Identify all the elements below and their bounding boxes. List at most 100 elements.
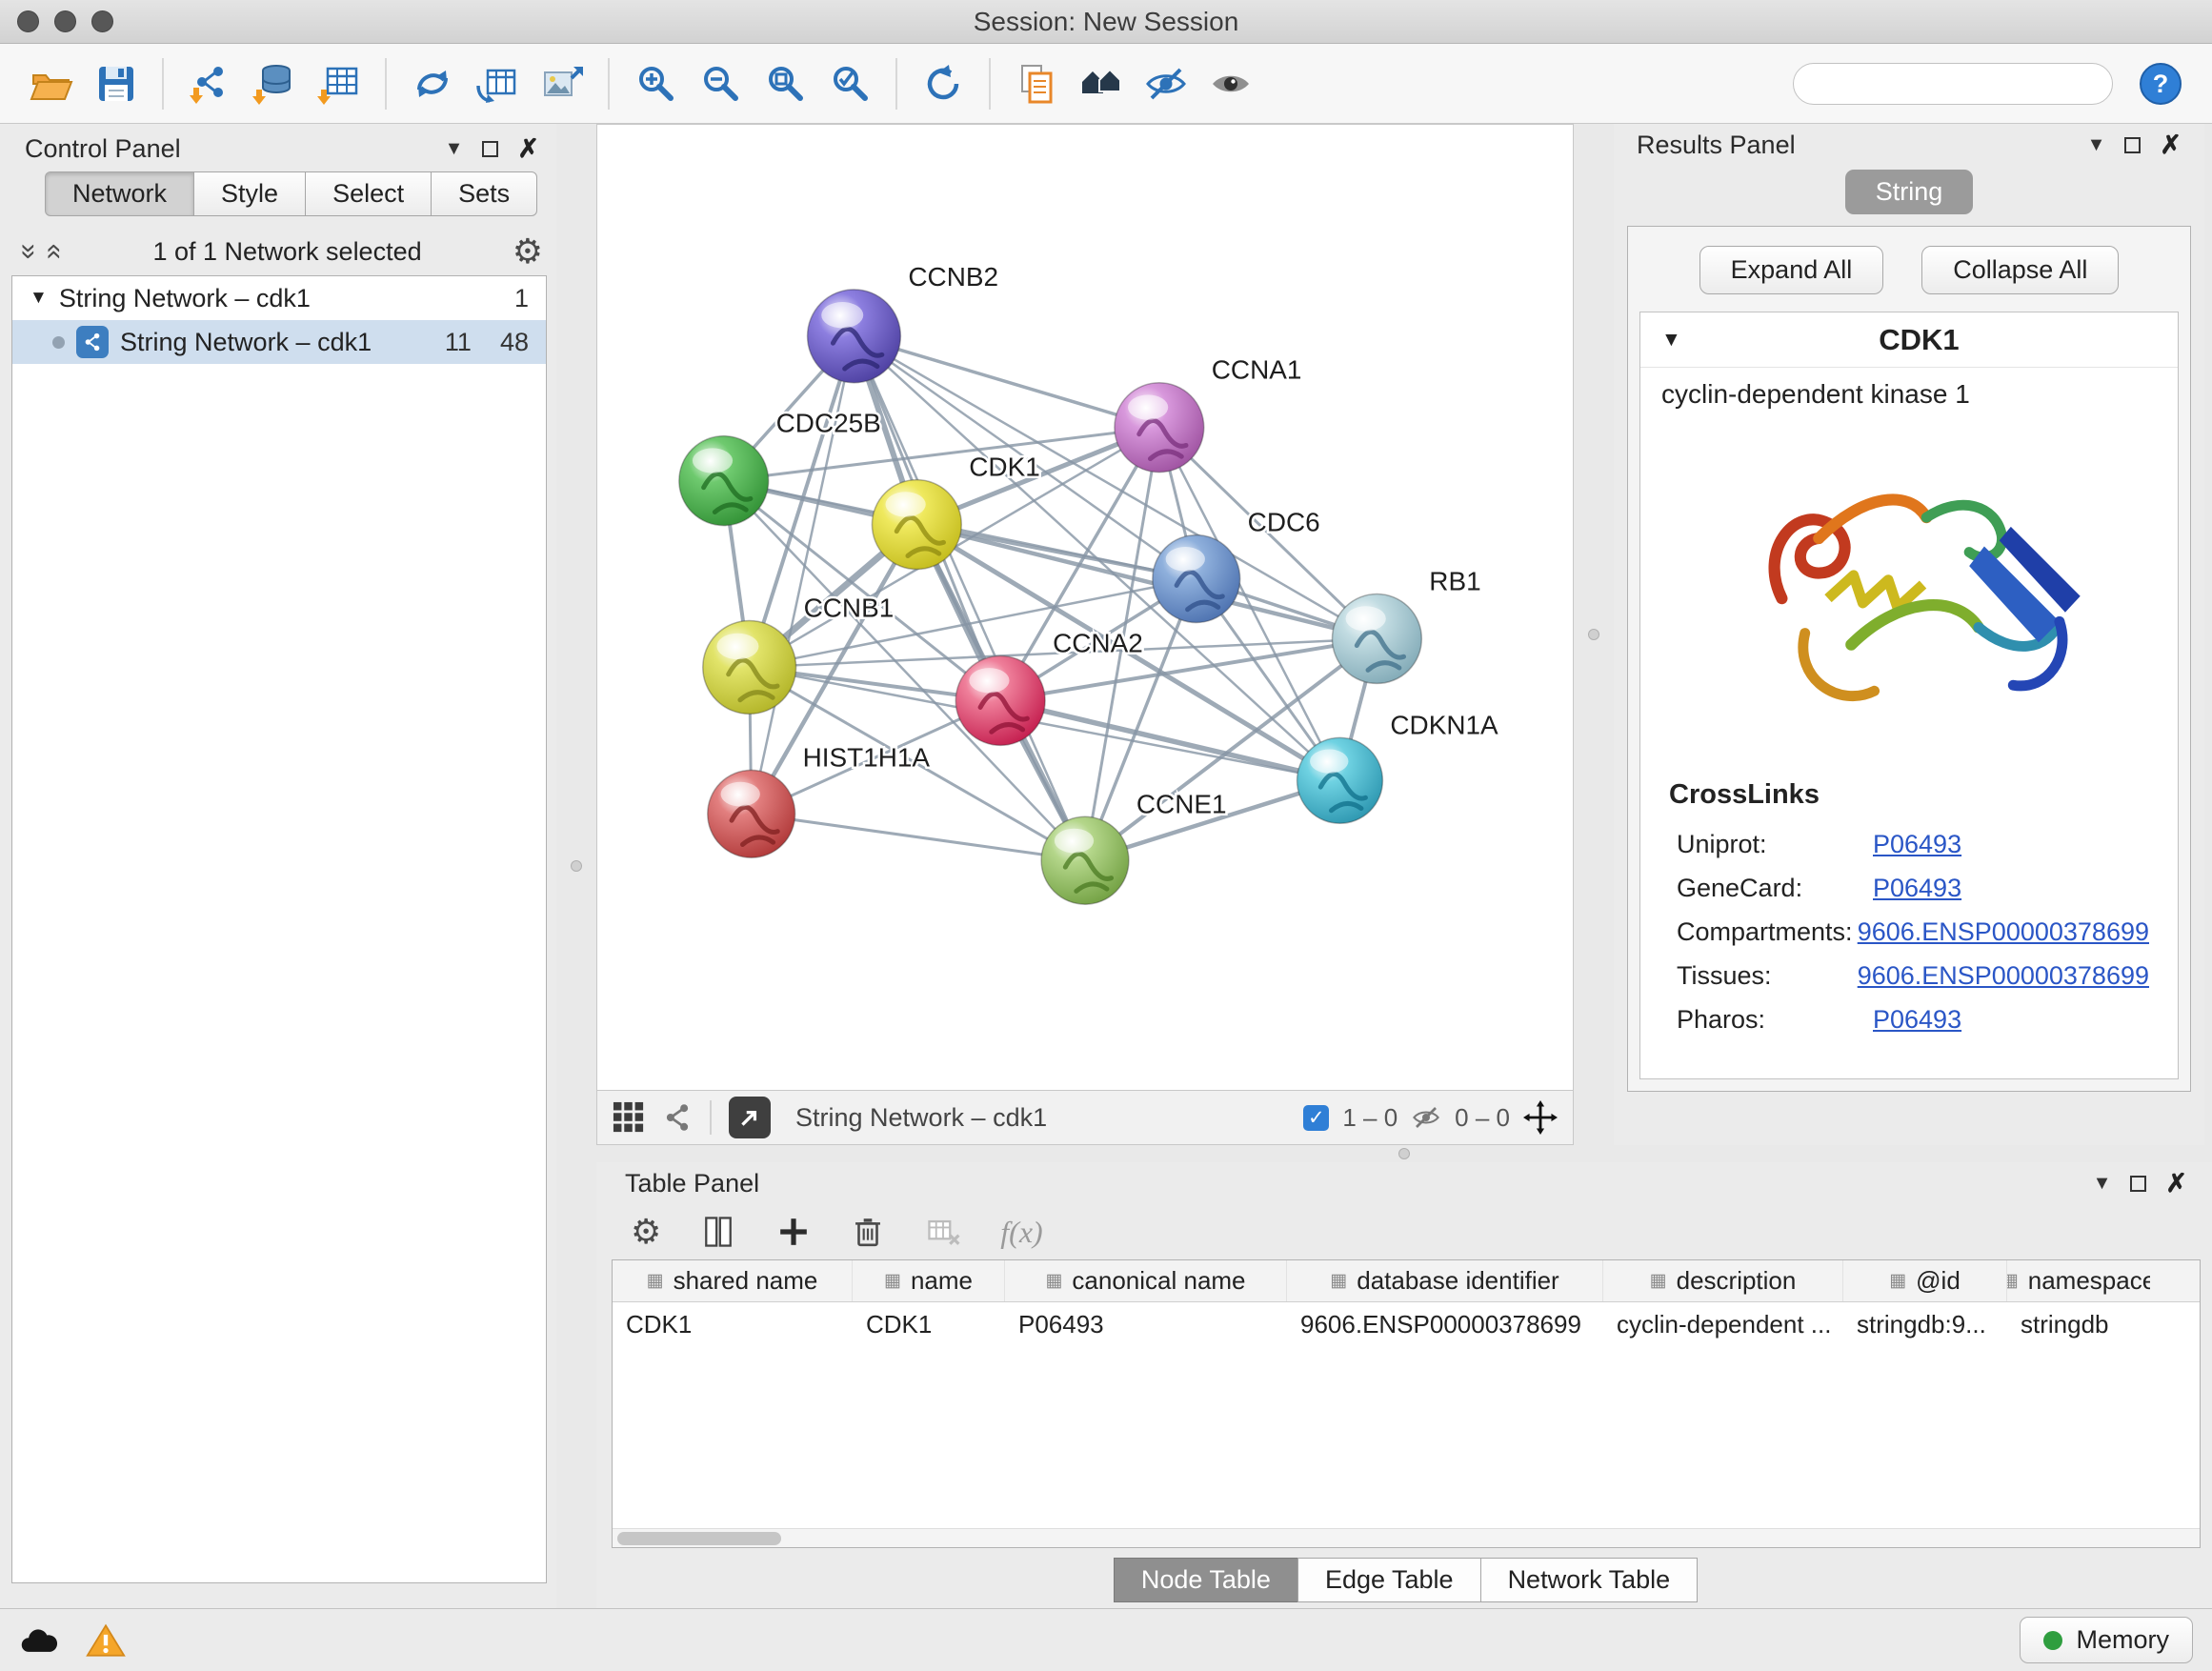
close-panel-icon[interactable]: ✗ [2165, 1171, 2187, 1197]
tab-network-table[interactable]: Network Table [1480, 1558, 1699, 1602]
network-selection-bar: » « 1 of 1 Network selected ⚙ [11, 228, 553, 275]
export-image-button[interactable] [532, 53, 593, 114]
column-header-name[interactable]: ▦name [853, 1260, 1005, 1301]
protein-section-header[interactable]: ▼ CDK1 [1640, 312, 2178, 368]
refresh-network-button[interactable] [913, 53, 974, 114]
column-header-canonical-name[interactable]: ▦canonical name [1005, 1260, 1287, 1301]
table-row[interactable]: CDK1 CDK1 P06493 9606.ENSP00000378699 cy… [613, 1302, 2200, 1346]
export-image-icon [539, 61, 585, 107]
cycle-network-button[interactable] [402, 53, 463, 114]
network-node-RB1[interactable]: RB1 [1332, 567, 1480, 684]
splitter-handle[interactable] [1398, 1148, 1410, 1159]
zoom-out-button[interactable] [690, 53, 751, 114]
cell-canonical-name: P06493 [1005, 1310, 1287, 1339]
network-share-icon[interactable] [662, 1102, 693, 1133]
document-copy-button[interactable] [1006, 53, 1067, 114]
column-header-namespace[interactable]: ▦namespace [2007, 1260, 2150, 1301]
close-panel-icon[interactable]: ✗ [517, 136, 539, 162]
network-node-CDKN1A[interactable]: CDKN1A [1297, 710, 1498, 823]
external-arrow-icon [737, 1105, 762, 1130]
close-window-button[interactable] [17, 10, 39, 32]
node-label-CCNB1: CCNB1 [804, 593, 895, 622]
network-from-table-icon [474, 61, 520, 107]
maximize-window-button[interactable] [91, 10, 113, 32]
grid-view-icon[interactable] [613, 1101, 645, 1134]
pharos-link[interactable]: P06493 [1873, 1005, 1961, 1035]
horizontal-splitter[interactable] [596, 1145, 2212, 1162]
tab-string[interactable]: String [1845, 170, 1974, 214]
right-splitter[interactable] [1574, 124, 1614, 1145]
splitter-handle[interactable] [571, 860, 582, 872]
network-node-CCNA1[interactable]: CCNA1 [1115, 355, 1301, 473]
birdseye-view-button[interactable] [729, 1097, 771, 1138]
memory-button[interactable]: Memory [2020, 1617, 2193, 1663]
column-header-id[interactable]: ▦@id [1843, 1260, 2007, 1301]
tab-select[interactable]: Select [305, 171, 432, 216]
import-network-from-database-button[interactable] [244, 53, 305, 114]
cloud-icon[interactable] [19, 1624, 61, 1657]
column-header-shared-name[interactable]: ▦shared name [613, 1260, 853, 1301]
collapse-panel-icon[interactable]: ▼ [2093, 1173, 2112, 1195]
open-session-button[interactable] [21, 53, 82, 114]
home-button[interactable] [1071, 53, 1132, 114]
refresh-icon [920, 61, 966, 107]
delete-column-trash-icon[interactable] [850, 1214, 886, 1250]
tab-network[interactable]: Network [45, 171, 194, 216]
genecard-link[interactable]: P06493 [1873, 874, 1961, 903]
edge-CCNA2-CDKN1A[interactable] [1000, 700, 1339, 780]
help-button[interactable]: ? [2130, 53, 2191, 114]
left-splitter[interactable] [556, 124, 596, 1608]
column-header-database-identifier[interactable]: ▦database identifier [1287, 1260, 1603, 1301]
tab-node-table[interactable]: Node Table [1114, 1558, 1298, 1602]
network-node-HIST1H1A[interactable]: HIST1H1A [708, 742, 931, 857]
column-header-description[interactable]: ▦description [1603, 1260, 1843, 1301]
tab-edge-table[interactable]: Edge Table [1297, 1558, 1481, 1602]
show-graphics-button[interactable] [1200, 53, 1261, 114]
table-settings-gear-icon[interactable]: ⚙ [631, 1215, 661, 1249]
control-panel-title: Control Panel [25, 134, 181, 164]
add-column-plus-icon[interactable] [775, 1214, 812, 1250]
tissues-link[interactable]: 9606.ENSP00000378699 [1858, 961, 2149, 991]
uniprot-link[interactable]: P06493 [1873, 830, 1961, 859]
tab-style[interactable]: Style [193, 171, 306, 216]
zoom-selected-button[interactable] [819, 53, 880, 114]
zoom-fit-button[interactable] [754, 53, 815, 114]
collapse-panel-icon[interactable]: ▼ [2087, 134, 2106, 156]
close-panel-icon[interactable]: ✗ [2160, 132, 2182, 158]
show-columns-icon[interactable] [699, 1213, 737, 1251]
import-table-from-file-button[interactable] [309, 53, 370, 114]
network-graph[interactable]: CCNB2CCNA1CDC25BCDK1CDC6RB1CCNB1CCNA2CDK… [597, 125, 1573, 1090]
pan-move-icon[interactable] [1523, 1100, 1558, 1135]
tab-sets[interactable]: Sets [431, 171, 537, 216]
collapse-all-button[interactable]: Collapse All [1921, 246, 2119, 294]
control-panel-tabs: Network Style Select Sets [46, 171, 545, 216]
scrollbar-thumb[interactable] [617, 1532, 781, 1545]
network-options-gear-icon[interactable]: ⚙ [513, 234, 543, 269]
float-panel-icon[interactable] [2130, 1176, 2146, 1192]
hide-unhide-button[interactable] [1136, 53, 1196, 114]
minimize-window-button[interactable] [54, 10, 76, 32]
network-canvas[interactable]: CCNB2CCNA1CDC25BCDK1CDC6RB1CCNB1CCNA2CDK… [596, 124, 1574, 1090]
save-session-button[interactable] [86, 53, 147, 114]
float-panel-icon[interactable] [2124, 137, 2141, 153]
search-input[interactable] [1817, 69, 2136, 98]
network-row[interactable]: String Network – cdk1 11 48 [12, 320, 546, 364]
import-network-from-file-button[interactable] [179, 53, 240, 114]
float-panel-icon[interactable] [482, 141, 498, 157]
collapse-panel-icon[interactable]: ▼ [445, 138, 464, 160]
edge-CCNB2-CCNA1[interactable] [854, 336, 1158, 428]
network-from-table-button[interactable] [467, 53, 528, 114]
edge-HIST1H1A-CCNE1[interactable] [752, 814, 1085, 860]
network-collection-row[interactable]: ▼ String Network – cdk1 1 [12, 276, 546, 320]
disclosure-triangle-icon[interactable]: ▼ [1661, 329, 1681, 352]
splitter-handle[interactable] [1588, 629, 1599, 640]
hidden-eye-icon[interactable] [1411, 1102, 1441, 1133]
expand-all-icon[interactable]: « [40, 244, 69, 260]
zoom-in-button[interactable] [625, 53, 686, 114]
compartments-link[interactable]: 9606.ENSP00000378699 [1858, 917, 2149, 947]
disclosure-triangle-icon[interactable]: ▼ [30, 288, 48, 309]
selected-checkbox-icon[interactable]: ✓ [1303, 1105, 1329, 1131]
warning-icon[interactable] [86, 1621, 126, 1660]
table-horizontal-scrollbar[interactable] [613, 1528, 2200, 1547]
expand-all-button[interactable]: Expand All [1699, 246, 1884, 294]
